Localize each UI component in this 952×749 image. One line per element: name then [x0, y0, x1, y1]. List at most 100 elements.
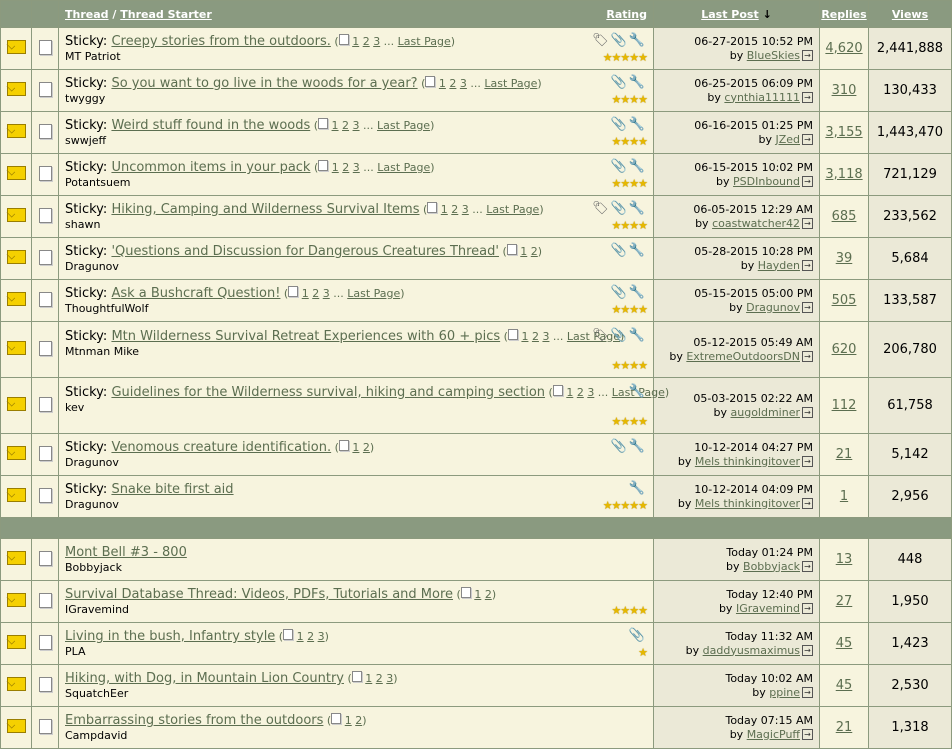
thread-status-icon[interactable]: [6, 551, 26, 565]
thread-status-icon[interactable]: [6, 446, 26, 460]
last-page-link[interactable]: Last Page: [486, 203, 539, 216]
thread-status-icon[interactable]: [6, 250, 26, 264]
thread-status-icon[interactable]: [6, 635, 26, 649]
page-link-1[interactable]: 1: [441, 203, 448, 216]
go-to-last-post-icon[interactable]: →: [802, 351, 813, 362]
page-link-1[interactable]: 1: [297, 630, 304, 643]
thread-starter[interactable]: Dragunov: [65, 260, 647, 274]
replies-link[interactable]: 3,155: [825, 125, 862, 140]
replies-link[interactable]: 1: [840, 489, 848, 504]
go-to-last-post-icon[interactable]: →: [802, 561, 813, 572]
go-to-last-post-icon[interactable]: →: [802, 729, 813, 740]
replies-link[interactable]: 13: [836, 552, 853, 567]
last-post-user[interactable]: augoldminer: [731, 406, 801, 419]
thread-starter[interactable]: IGravemind: [65, 603, 647, 617]
go-to-last-post-icon[interactable]: →: [802, 92, 813, 103]
page-link-3[interactable]: 3: [460, 77, 467, 90]
thread-starter[interactable]: Bobbyjack: [65, 561, 647, 575]
last-page-link[interactable]: Last Page: [377, 119, 430, 132]
thread-title-link[interactable]: Guidelines for the Wilderness survival, …: [111, 385, 545, 400]
replies-link[interactable]: 45: [836, 636, 853, 651]
thread-title-link[interactable]: Mtn Wilderness Survival Retreat Experien…: [111, 329, 500, 344]
last-page-link[interactable]: Last Page: [347, 287, 400, 300]
go-to-last-post-icon[interactable]: →: [802, 687, 813, 698]
thread-starter[interactable]: PLA: [65, 645, 647, 659]
thread-title-link[interactable]: Embarrassing stories from the outdoors: [65, 713, 323, 728]
page-link-2[interactable]: 2: [376, 672, 383, 685]
page-link-3[interactable]: 3: [323, 287, 330, 300]
thread-title-link[interactable]: Survival Database Thread: Videos, PDFs, …: [65, 587, 453, 602]
thread-starter[interactable]: MT Patriot: [65, 50, 647, 64]
thread-starter[interactable]: shawn: [65, 218, 647, 232]
thread-status-icon[interactable]: [6, 488, 26, 502]
last-page-link[interactable]: Last Page: [484, 77, 537, 90]
last-page-link[interactable]: Last Page: [377, 161, 430, 174]
replies-link[interactable]: 21: [836, 720, 853, 735]
page-link-2[interactable]: 2: [451, 203, 458, 216]
last-post-user[interactable]: Mels thinkingitover: [695, 455, 800, 468]
page-link-1[interactable]: 1: [365, 672, 372, 685]
thread-status-icon[interactable]: [6, 397, 26, 411]
replies-link[interactable]: 112: [832, 398, 857, 413]
thread-title-link[interactable]: 'Questions and Discussion for Dangerous …: [111, 244, 499, 259]
go-to-last-post-icon[interactable]: →: [802, 134, 813, 145]
page-link-2[interactable]: 2: [363, 441, 370, 454]
page-link-1[interactable]: 1: [521, 330, 528, 343]
thread-starter[interactable]: Potantsuem: [65, 176, 647, 190]
replies-link[interactable]: 4,620: [825, 41, 862, 56]
page-link-2[interactable]: 2: [342, 161, 349, 174]
thread-starter[interactable]: SquatchEer: [65, 687, 647, 701]
page-link-2[interactable]: 2: [531, 245, 538, 258]
replies-link[interactable]: 505: [832, 293, 857, 308]
sort-thread-link[interactable]: Thread: [65, 8, 109, 21]
go-to-last-post-icon[interactable]: →: [802, 407, 813, 418]
sort-thread-starter-link[interactable]: Thread Starter: [120, 8, 212, 21]
thread-starter[interactable]: twyggy: [65, 92, 647, 106]
go-to-last-post-icon[interactable]: →: [802, 176, 813, 187]
page-link-3[interactable]: 3: [318, 630, 325, 643]
page-link-1[interactable]: 1: [474, 588, 481, 601]
thread-starter[interactable]: Mtnman Mike: [65, 345, 647, 359]
thread-title-link[interactable]: Creepy stories from the outdoors.: [111, 34, 330, 49]
last-post-user[interactable]: ExtremeOutdoorsDN: [686, 350, 800, 363]
last-post-user[interactable]: Mels thinkingitover: [695, 497, 800, 510]
thread-status-icon[interactable]: [6, 82, 26, 96]
last-post-user[interactable]: PSDInbound: [733, 175, 800, 188]
page-link-3[interactable]: 3: [462, 203, 469, 216]
sort-replies-link[interactable]: Replies: [821, 8, 866, 21]
last-post-user[interactable]: daddyusmaximus: [703, 644, 800, 657]
thread-starter[interactable]: swwjeff: [65, 134, 647, 148]
last-post-user[interactable]: cynthia11111: [724, 91, 800, 104]
thread-title-link[interactable]: So you want to go live in the woods for …: [111, 76, 417, 91]
thread-starter[interactable]: Dragunov: [65, 456, 647, 470]
page-link-2[interactable]: 2: [355, 714, 362, 727]
replies-link[interactable]: 3,118: [825, 167, 862, 182]
page-link-2[interactable]: 2: [342, 119, 349, 132]
last-post-user[interactable]: ppine: [769, 686, 800, 699]
thread-status-icon[interactable]: [6, 166, 26, 180]
last-post-user[interactable]: BlueSkies: [747, 49, 800, 62]
page-link-3[interactable]: 3: [386, 672, 393, 685]
sort-views-link[interactable]: Views: [892, 8, 928, 21]
last-post-user[interactable]: Bobbyjack: [743, 560, 800, 573]
last-post-user[interactable]: coastwatcher42: [712, 217, 800, 230]
thread-title-link[interactable]: Hiking, with Dog, in Mountain Lion Count…: [65, 671, 344, 686]
last-post-user[interactable]: IGravemind: [736, 602, 800, 615]
last-post-user[interactable]: JZed: [775, 133, 800, 146]
thread-status-icon[interactable]: [6, 40, 26, 54]
go-to-last-post-icon[interactable]: →: [802, 645, 813, 656]
page-link-1[interactable]: 1: [332, 161, 339, 174]
page-link-2[interactable]: 2: [363, 35, 370, 48]
thread-status-icon[interactable]: [6, 292, 26, 306]
sort-last-post-link[interactable]: Last Post: [701, 8, 759, 21]
page-link-1[interactable]: 1: [439, 77, 446, 90]
thread-title-link[interactable]: Hiking, Camping and Wilderness Survival …: [111, 202, 419, 217]
go-to-last-post-icon[interactable]: →: [802, 302, 813, 313]
thread-title-link[interactable]: Venomous creature identification.: [111, 440, 331, 455]
thread-starter[interactable]: kev: [65, 401, 647, 415]
last-post-user[interactable]: Dragunov: [746, 301, 800, 314]
sort-desc-icon[interactable]: ↓: [763, 8, 772, 21]
page-link-2[interactable]: 2: [449, 77, 456, 90]
page-link-2[interactable]: 2: [532, 330, 539, 343]
thread-starter[interactable]: Campdavid: [65, 729, 647, 743]
